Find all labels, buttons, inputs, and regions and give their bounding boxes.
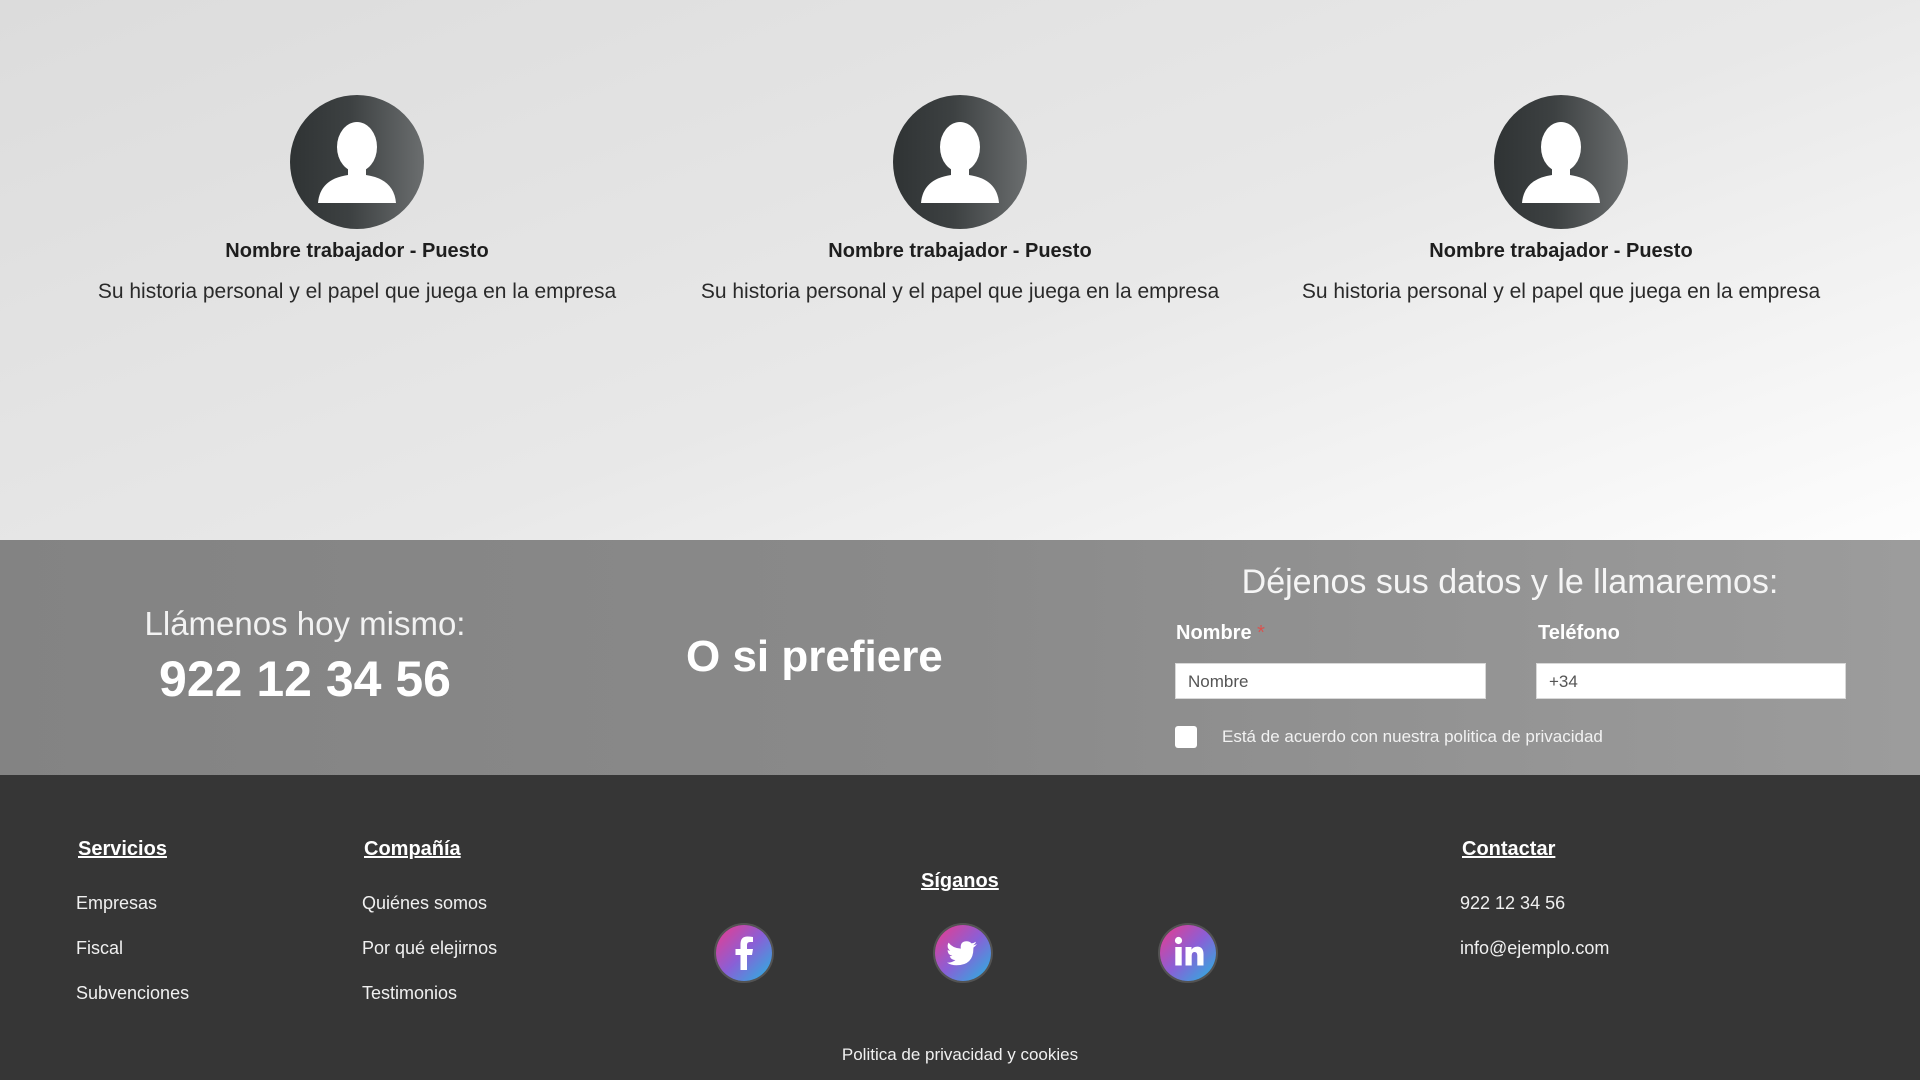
required-mark: * [1257, 622, 1265, 644]
privacy-cookies-link[interactable]: Politica de privacidad y cookies [0, 1045, 1920, 1065]
member-bio: Su historia personal y el papel que jueg… [700, 280, 1220, 303]
team-member-card: Nombre trabajador - Puesto Su historia p… [57, 95, 657, 304]
footer-heading-compania[interactable]: Compañía [364, 838, 461, 861]
footer-contact-phone[interactable]: 922 12 34 56 [1460, 893, 1565, 914]
footer-heading-servicios[interactable]: Servicios [78, 838, 167, 861]
name-label-text: Nombre [1176, 622, 1252, 644]
footer-heading-contactar[interactable]: Contactar [1462, 838, 1555, 861]
linkedin-icon[interactable] [1160, 925, 1216, 981]
name-field-label: Nombre * [1176, 622, 1265, 645]
footer-link-quienes-somos[interactable]: Quiénes somos [362, 893, 487, 914]
phone-field-label: Teléfono [1538, 622, 1620, 644]
site-footer: Servicios Empresas Fiscal Subvenciones C… [0, 775, 1920, 1080]
avatar-placeholder-icon [290, 95, 424, 229]
phone-input[interactable]: +34 [1536, 663, 1846, 699]
footer-contact-email[interactable]: info@ejemplo.com [1460, 938, 1609, 959]
privacy-checkbox[interactable] [1175, 726, 1197, 748]
callback-form-title: Déjenos sus datos y le llamaremos: [1241, 563, 1779, 601]
footer-link-testimonios[interactable]: Testimonios [362, 983, 457, 1004]
member-name: Nombre trabajador - Puesto [828, 240, 1092, 262]
privacy-checkbox-label[interactable]: Está de acuerdo con nuestra politica de … [1222, 727, 1603, 747]
footer-heading-siganos[interactable]: Síganos [921, 870, 999, 893]
call-phone-number[interactable]: 922 12 34 56 [105, 650, 505, 708]
twitter-icon[interactable] [935, 925, 991, 981]
name-input[interactable]: Nombre [1175, 663, 1486, 699]
call-us-heading: Llámenos hoy mismo: [144, 605, 466, 642]
or-prefer-text: O si prefiere [686, 632, 943, 681]
footer-link-empresas[interactable]: Empresas [76, 893, 157, 914]
facebook-icon[interactable] [716, 925, 772, 981]
footer-link-por-que[interactable]: Por qué elejirnos [362, 938, 497, 959]
member-bio: Su historia personal y el papel que jueg… [97, 280, 617, 303]
member-name: Nombre trabajador - Puesto [1429, 240, 1693, 262]
team-section: Nombre trabajador - Puesto Su historia p… [0, 0, 1920, 540]
footer-link-subvenciones[interactable]: Subvenciones [76, 983, 189, 1004]
avatar-placeholder-icon [893, 95, 1027, 229]
footer-link-fiscal[interactable]: Fiscal [76, 938, 123, 959]
member-bio: Su historia personal y el papel que jueg… [1301, 280, 1821, 303]
team-member-card: Nombre trabajador - Puesto Su historia p… [660, 95, 1260, 304]
callback-section: Llámenos hoy mismo: 922 12 34 56 O si pr… [0, 540, 1920, 775]
team-member-card: Nombre trabajador - Puesto Su historia p… [1261, 95, 1861, 304]
avatar-placeholder-icon [1494, 95, 1628, 229]
member-name: Nombre trabajador - Puesto [225, 240, 489, 262]
